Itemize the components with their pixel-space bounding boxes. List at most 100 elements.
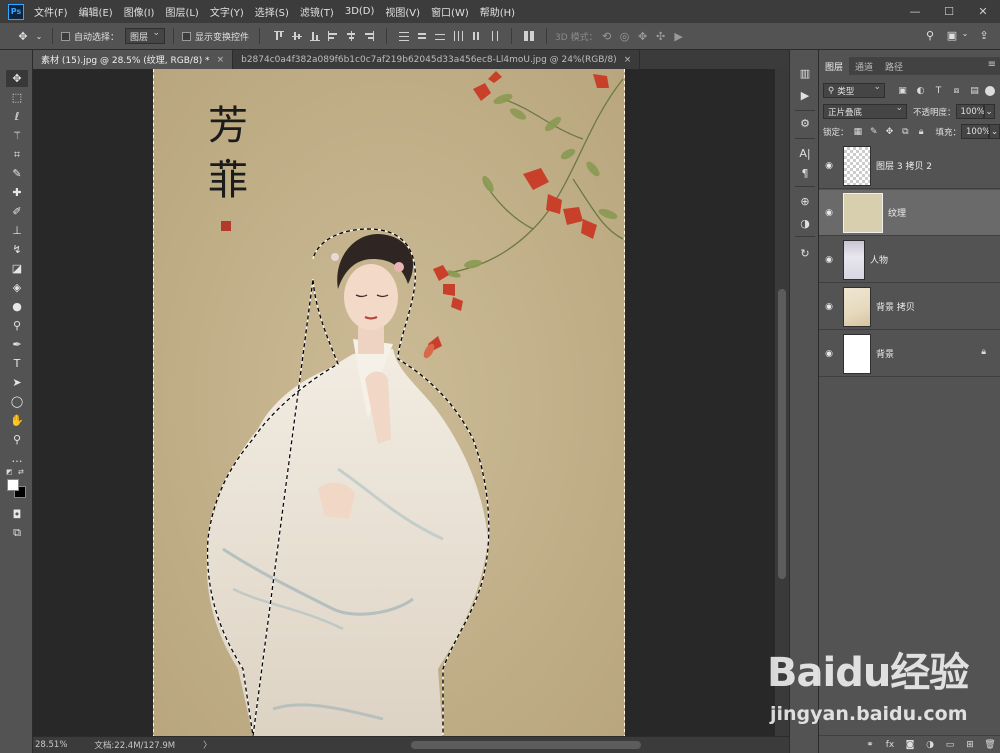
menu-file[interactable]: 文件(F) [34, 4, 68, 19]
close-button[interactable]: ✕ [966, 0, 1000, 23]
tab-document-1[interactable]: 素材 (15).jpg @ 28.5% (纹理, RGB/8) * × [33, 50, 234, 69]
delete-layer-icon[interactable]: 🗑︎ [980, 740, 1000, 750]
align-hcenter-icon[interactable] [346, 31, 356, 41]
menu-view[interactable]: 视图(V) [385, 4, 420, 19]
tab-layers[interactable]: 图层 [819, 57, 850, 75]
vertical-scrollbar[interactable] [775, 69, 789, 736]
crop-tool-icon[interactable]: ⌗ [6, 146, 28, 163]
healing-brush-tool-icon[interactable]: ✚ [6, 184, 28, 201]
adjustment-layer-icon[interactable]: ◑ [920, 740, 940, 750]
layer-name[interactable]: 图层 3 拷贝 2 [876, 159, 932, 172]
layer-row[interactable]: ◉ 纹理 [819, 190, 1000, 236]
layer-row[interactable]: ◉ 背景 🔒︎ [819, 331, 1000, 377]
menu-layer[interactable]: 图层(L) [165, 4, 198, 19]
canvas-area[interactable]: 芳 菲 [33, 69, 775, 736]
magic-wand-tool-icon[interactable]: ⚚ [6, 127, 28, 144]
fill-input[interactable]: 100% [961, 124, 990, 139]
filter-toggle-icon[interactable] [985, 85, 995, 96]
add-mask-icon[interactable]: ◙ [900, 740, 920, 750]
path-selection-tool-icon[interactable]: ➤ [6, 374, 28, 391]
more-tools-icon[interactable]: … [6, 450, 28, 467]
new-group-icon[interactable]: ▭ [940, 740, 960, 750]
filter-adjustment-icon[interactable]: ◐ [913, 84, 928, 97]
visibility-eye-icon[interactable]: ◉ [819, 237, 839, 283]
share-icon[interactable]: ⇪ [976, 29, 992, 42]
filter-smart-object-icon[interactable]: ▤ [967, 84, 982, 97]
3d-slide-icon[interactable]: ✣ [652, 30, 670, 43]
scroll-thumb[interactable] [778, 289, 786, 579]
fill-chevron-icon[interactable]: ⌄ [989, 124, 1000, 139]
horizontal-scroll-thumb[interactable] [411, 741, 641, 749]
workspace-chevron-icon[interactable]: ⌄ [960, 29, 970, 38]
filter-type-icon[interactable]: T [931, 84, 946, 97]
visibility-eye-icon[interactable]: ◉ [819, 331, 839, 377]
status-menu-arrow[interactable]: 〉 [203, 739, 212, 751]
layer-row[interactable]: ◉ 图层 3 拷贝 2 [819, 143, 1000, 189]
zoom-level[interactable]: 28.51% [35, 740, 67, 750]
photoshop-logo-icon[interactable]: Ps [8, 3, 24, 20]
libraries-panel-icon[interactable]: ⊕ [795, 192, 815, 210]
screen-mode-icon[interactable]: ⧉ [6, 524, 28, 541]
distribute-hcenter-icon[interactable] [471, 31, 481, 41]
minimize-button[interactable]: — [898, 0, 932, 23]
visibility-eye-icon[interactable]: ◉ [819, 284, 839, 330]
layer-thumbnail[interactable] [843, 192, 883, 233]
tab-document-2[interactable]: b2874c0a4f382a089f6b1c0c7af219b62045d33a… [233, 50, 641, 69]
distribute-right-icon[interactable] [489, 31, 499, 41]
layer-name[interactable]: 背景 拷贝 [876, 300, 915, 313]
menu-image[interactable]: 图像(I) [124, 4, 155, 19]
panel-menu-icon[interactable]: ≡ [988, 59, 996, 70]
visibility-eye-icon[interactable]: ◉ [819, 143, 839, 189]
layer-name[interactable]: 背景 [876, 347, 894, 360]
tab-channels[interactable]: 通道 [849, 57, 879, 75]
auto-align-icon[interactable] [524, 31, 535, 41]
align-right-icon[interactable] [364, 31, 375, 41]
show-transform-checkbox[interactable] [182, 31, 192, 41]
lock-all-icon[interactable]: 🔒︎ [915, 125, 928, 138]
eraser-tool-icon[interactable]: ◪ [6, 260, 28, 277]
ellipse-tool-icon[interactable]: ◯ [6, 393, 28, 410]
auto-select-checkbox[interactable] [61, 31, 70, 41]
3d-roll-icon[interactable]: ◎ [616, 30, 634, 43]
3d-camera-icon[interactable]: ▶ [670, 30, 688, 43]
menu-filter[interactable]: 滤镜(T) [300, 4, 334, 19]
type-tool-icon[interactable]: T [6, 355, 28, 372]
3d-rotate-icon[interactable]: ⟲ [598, 30, 616, 43]
menu-window[interactable]: 窗口(W) [431, 4, 469, 19]
brush-tool-icon[interactable]: ✐ [6, 203, 28, 220]
filter-kind-dropdown[interactable]: ⚲ 类型 [823, 82, 885, 98]
marquee-tool-icon[interactable]: ⬚ [6, 89, 28, 106]
workspace-icon[interactable]: ▣ [944, 29, 960, 42]
dodge-tool-icon[interactable]: ⚲ [6, 317, 28, 334]
layer-thumbnail[interactable] [843, 145, 871, 186]
opacity-chevron-icon[interactable]: ⌄ [983, 104, 995, 119]
new-layer-icon[interactable]: ⊞ [960, 740, 980, 750]
distribute-left-icon[interactable] [453, 31, 464, 41]
blend-mode-dropdown[interactable]: 正片叠底 [823, 103, 907, 119]
actions-panel-icon[interactable]: ▶ [795, 86, 815, 104]
tab-paths[interactable]: 路径 [879, 57, 909, 75]
menu-help[interactable]: 帮助(H) [480, 4, 515, 19]
sync-panel-icon[interactable]: ↻ [795, 244, 815, 262]
menu-select[interactable]: 选择(S) [255, 4, 289, 19]
distribute-top-icon[interactable] [399, 31, 410, 41]
layer-style-icon[interactable]: fx [880, 740, 900, 750]
link-layers-icon[interactable]: ⚭ [860, 740, 880, 750]
layer-thumbnail[interactable] [843, 239, 865, 280]
history-panel-icon[interactable]: ▥ [795, 64, 815, 82]
paragraph-panel-icon[interactable]: ¶ [795, 164, 815, 182]
layer-thumbnail[interactable] [843, 333, 871, 374]
lock-position-icon[interactable]: ✥ [883, 125, 896, 138]
align-bottom-icon[interactable] [310, 31, 321, 41]
layer-name[interactable]: 人物 [870, 253, 888, 266]
layer-thumbnail[interactable] [843, 286, 871, 327]
pen-tool-icon[interactable]: ✒ [6, 336, 28, 353]
default-colors-icon[interactable]: ◩ [6, 468, 13, 476]
paint-bucket-tool-icon[interactable]: ◈ [6, 279, 28, 296]
distribute-bottom-icon[interactable] [435, 31, 446, 41]
distribute-vcenter-icon[interactable] [417, 31, 427, 41]
document-canvas[interactable]: 芳 菲 [153, 69, 625, 736]
opacity-input[interactable]: 100% [955, 104, 985, 119]
maximize-button[interactable]: ☐ [932, 0, 966, 23]
align-top-icon[interactable] [274, 31, 285, 41]
